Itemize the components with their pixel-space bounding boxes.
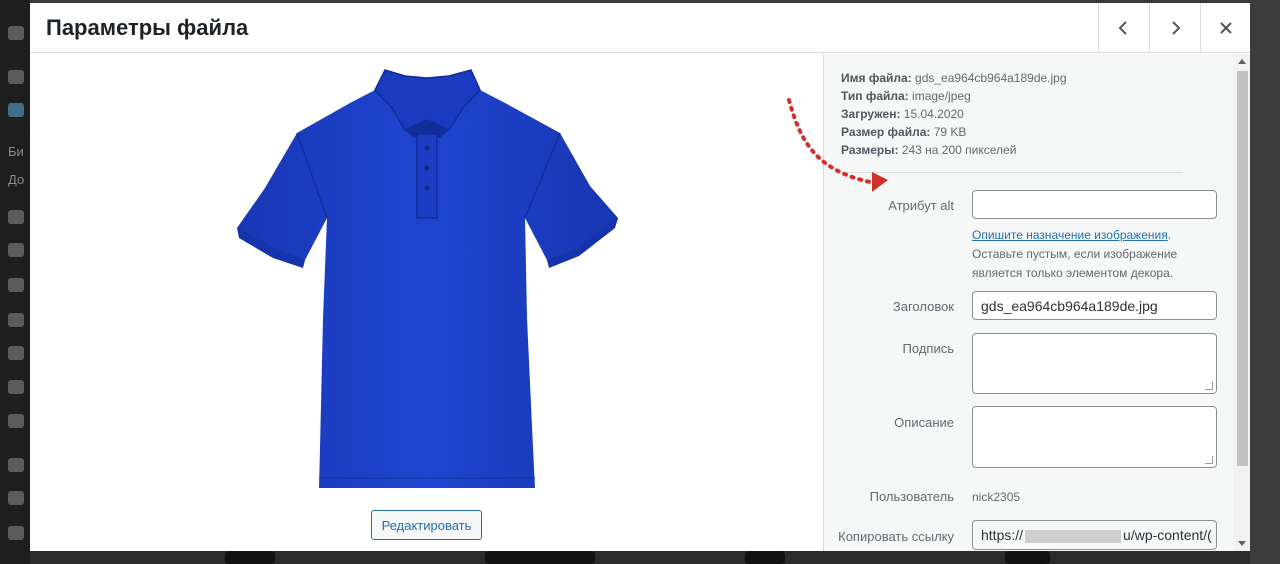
file-size-row: Размер файла: 79 KB <box>841 125 967 139</box>
file-info: Имя файла: gds_ea964cb964a189de.jpg Тип … <box>841 69 1067 159</box>
dimensions-row: Размеры: 243 на 200 пикселей <box>841 143 1017 157</box>
alt-help: Опишите назначение изображения. Оставьте… <box>972 228 1178 280</box>
box-icon[interactable] <box>8 491 24 505</box>
image-preview-pane: Редактировать <box>30 54 823 551</box>
close-icon <box>1219 22 1232 34</box>
alt-input[interactable] <box>972 190 1217 219</box>
background-thumb <box>745 551 785 564</box>
previous-button[interactable] <box>1098 3 1148 53</box>
resize-handle-icon[interactable] <box>1205 456 1213 464</box>
chevron-left-icon <box>1118 21 1127 35</box>
details-scrollbar[interactable] <box>1233 54 1250 551</box>
sidebar-submenu-2[interactable]: До <box>8 172 24 187</box>
media-icon[interactable] <box>8 103 24 117</box>
close-button[interactable] <box>1200 3 1250 53</box>
image-icon[interactable] <box>8 414 24 428</box>
caption-textarea[interactable] <box>972 333 1217 394</box>
appearance-icon[interactable] <box>8 278 24 292</box>
uploaded-row: Загружен: 15.04.2020 <box>841 107 964 121</box>
polo-shirt-image <box>237 69 618 488</box>
scrollbar-thumb[interactable] <box>1237 71 1248 466</box>
user-value: nick2305 <box>972 490 1021 504</box>
user-label: Пользователь <box>869 489 954 504</box>
alt-label: Атрибут alt <box>888 198 954 213</box>
description-textarea[interactable] <box>972 406 1217 468</box>
chevron-right-icon <box>1171 21 1180 35</box>
background-content <box>30 551 1250 564</box>
alt-help-text: Оставьте пустым, если изображение являет… <box>972 247 1178 280</box>
users-icon[interactable] <box>8 346 24 360</box>
description-label: Описание <box>894 415 954 430</box>
edit-image-button[interactable]: Редактировать <box>371 510 482 540</box>
copy-link-input[interactable]: https://u/wp-content/( <box>972 520 1217 550</box>
woo-icon[interactable] <box>8 458 24 472</box>
resize-handle-icon[interactable] <box>1205 382 1213 390</box>
file-name-row: Имя файла: gds_ea964cb964a189de.jpg <box>841 71 1067 85</box>
copy-link-label: Копировать ссылку <box>838 529 954 544</box>
modal-header: Параметры файла <box>30 3 1250 53</box>
title-input[interactable]: gds_ea964cb964a189de.jpg <box>972 291 1217 320</box>
next-button[interactable] <box>1149 3 1199 53</box>
scroll-up-icon[interactable] <box>1238 59 1246 64</box>
comments-icon[interactable] <box>8 243 24 257</box>
file-type-row: Тип файла: image/jpeg <box>841 89 971 103</box>
dashboard-icon[interactable] <box>8 26 24 40</box>
caption-label: Подпись <box>902 341 954 356</box>
background-right <box>1250 0 1280 564</box>
background-thumb <box>225 551 275 564</box>
attachment-details-pane: Имя файла: gds_ea964cb964a189de.jpg Тип … <box>823 54 1250 551</box>
sidebar-submenu-1[interactable]: Би <box>8 144 24 159</box>
pages-icon[interactable] <box>8 210 24 224</box>
background-thumb <box>1005 551 1050 564</box>
title-label: Заголовок <box>892 299 954 314</box>
attachment-details-modal: Параметры файла Редактировать Имя файла:… <box>30 3 1250 551</box>
redacted-domain <box>1025 529 1122 543</box>
plugins-icon[interactable] <box>8 313 24 327</box>
settings-icon[interactable] <box>8 380 24 394</box>
modal-title: Параметры файла <box>46 15 249 40</box>
admin-sidebar: Би До <box>0 0 30 564</box>
alt-help-link[interactable]: Опишите назначение изображения <box>972 228 1168 242</box>
pin-icon[interactable] <box>8 70 24 84</box>
analytics-icon[interactable] <box>8 526 24 540</box>
background-thumb <box>485 551 595 564</box>
divider <box>841 172 1183 173</box>
scroll-down-icon[interactable] <box>1238 541 1246 546</box>
